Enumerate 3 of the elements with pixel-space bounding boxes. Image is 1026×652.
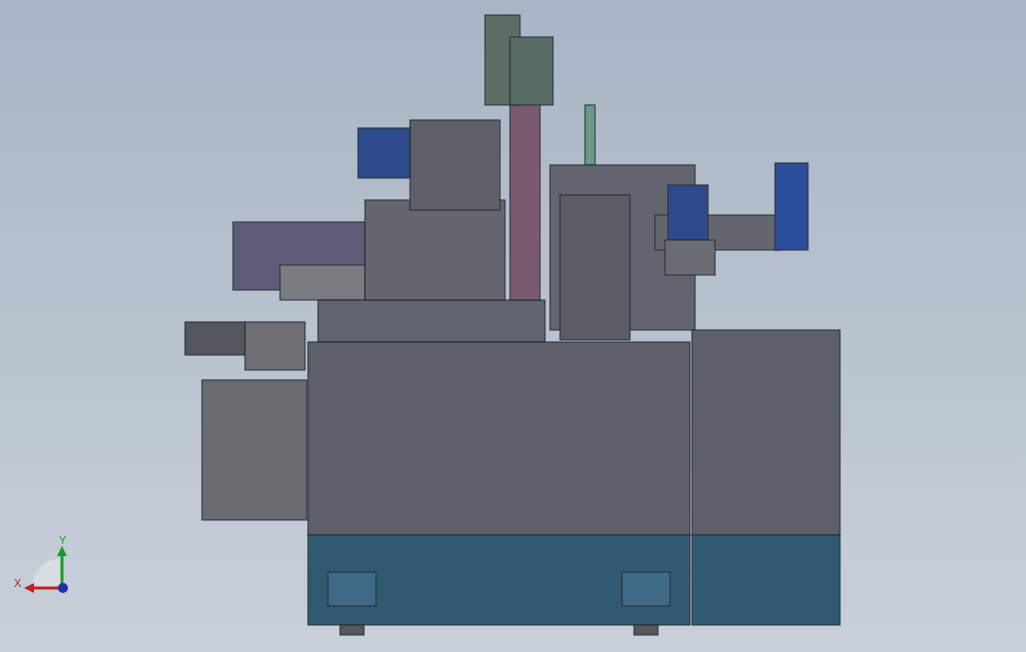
axis-triad-icon [24, 546, 68, 593]
x-axis-label: X [14, 577, 22, 589]
y-axis-label: Y [59, 534, 67, 546]
